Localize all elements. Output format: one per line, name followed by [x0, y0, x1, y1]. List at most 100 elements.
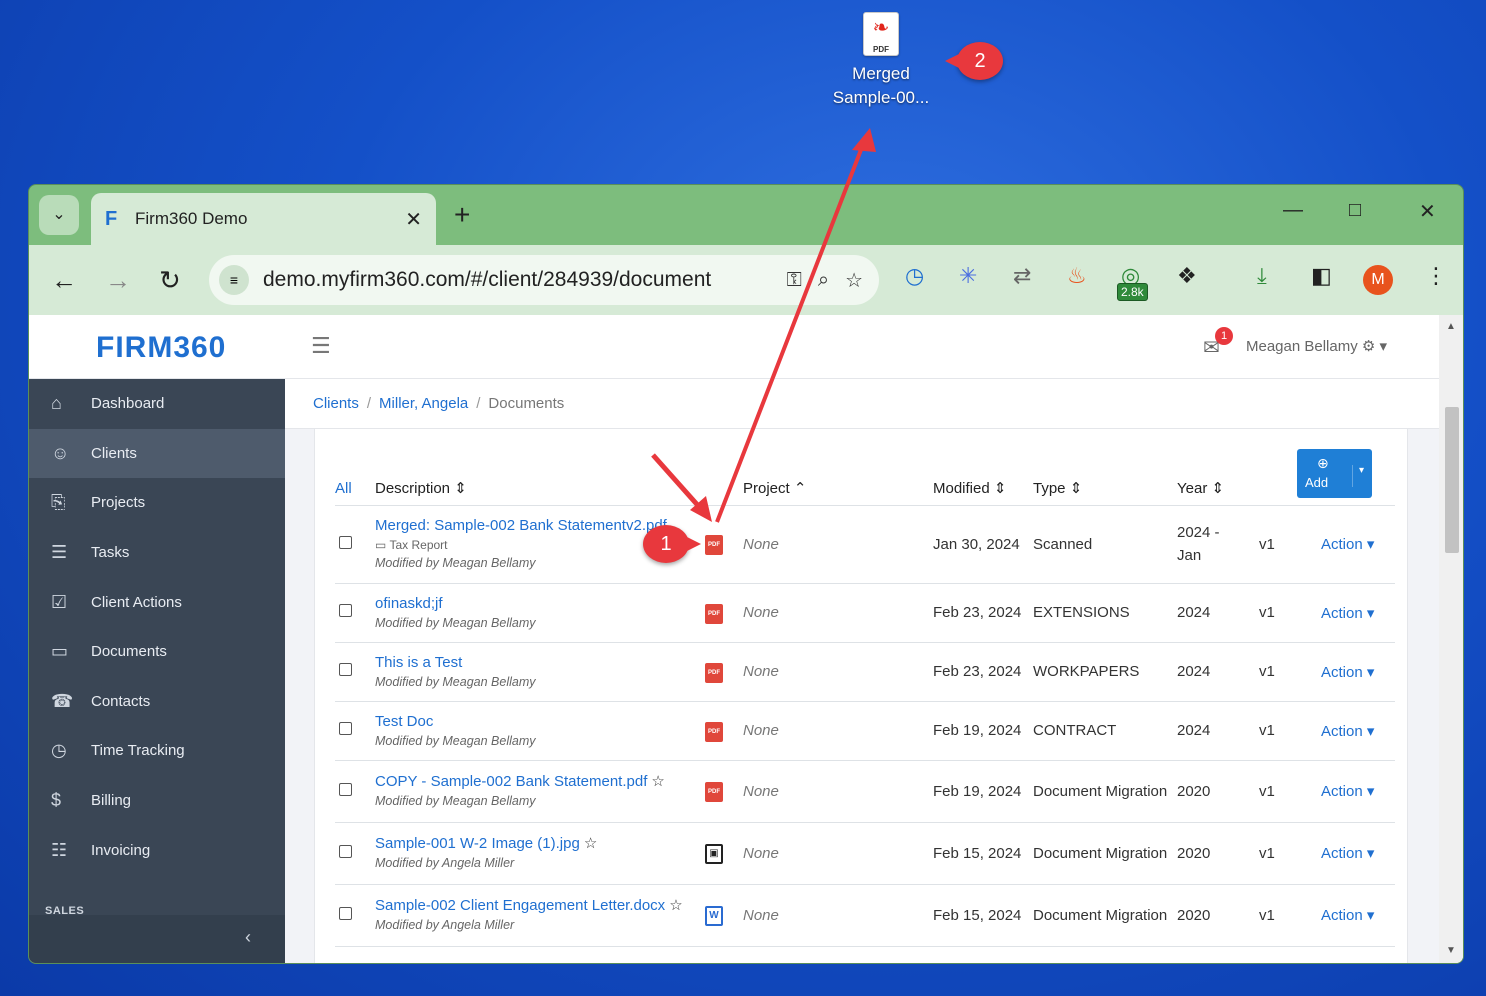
new-tab-button[interactable]: +	[454, 199, 470, 231]
sidebar-item-billing[interactable]: $ Billing	[29, 776, 285, 826]
firm360-favicon-icon: F	[105, 207, 118, 230]
action-dropdown[interactable]: Action ▾	[1321, 884, 1395, 947]
desktop-pdf-icon[interactable]: ❧ PDF Merged Sample-00...	[826, 12, 936, 110]
pdf-file-icon[interactable]: PDF	[705, 782, 723, 802]
extension-sync-icon[interactable]: ⇄	[1013, 263, 1031, 289]
breadcrumb-current: Documents	[488, 395, 565, 412]
sidebar-item-time-tracking[interactable]: ◷ Time Tracking	[29, 726, 285, 776]
sidebar-item-clients[interactable]: ☺ Clients	[29, 428, 285, 479]
document-link[interactable]: Sample-001 W-2 Image (1).jpg ☆	[375, 834, 705, 854]
browser-tab[interactable]: F Firm360 Demo ✕	[91, 193, 436, 245]
firm360-logo[interactable]: FIRM360	[96, 331, 226, 365]
hamburger-menu-icon[interactable]: ☰	[311, 333, 331, 359]
row-checkbox[interactable]	[339, 535, 352, 549]
image-file-icon[interactable]: ▣	[705, 843, 723, 864]
action-dropdown[interactable]: Action ▾	[1321, 505, 1395, 584]
zoom-icon[interactable]: ⌕	[818, 269, 829, 292]
extensions-puzzle-icon[interactable]: ❖	[1177, 263, 1197, 289]
breadcrumb: Clients / Miller, Angela / Documents	[285, 379, 1439, 429]
address-bar[interactable]: ≡ demo.myfirm360.com/#/client/284939/doc…	[209, 255, 879, 305]
sidebar-item-tasks[interactable]: ☰ Tasks	[29, 528, 285, 578]
star-icon[interactable]: ☆	[651, 773, 664, 790]
select-all-link[interactable]: All	[335, 469, 375, 506]
extension-fire-icon[interactable]: ♨	[1067, 263, 1087, 289]
row-checkbox[interactable]	[339, 844, 352, 858]
project-cell: None	[743, 760, 933, 823]
row-checkbox[interactable]	[339, 906, 352, 920]
browser-menu-icon[interactable]: ⋮	[1425, 263, 1447, 289]
back-button[interactable]: ←	[51, 265, 77, 296]
action-dropdown[interactable]: Action ▾	[1321, 760, 1395, 823]
pdf-file-icon[interactable]: PDF	[705, 721, 723, 742]
forward-button[interactable]: →	[105, 265, 131, 296]
downloads-icon[interactable]: ⤓	[1257, 263, 1267, 289]
row-checkbox[interactable]	[339, 604, 352, 617]
pdf-file-icon[interactable]: PDF	[705, 535, 723, 555]
close-window-button[interactable]: ✕	[1419, 199, 1436, 224]
sidebar-item-invoicing[interactable]: ☷ Invoicing	[29, 825, 285, 875]
row-checkbox[interactable]	[339, 782, 352, 796]
pdf-file-icon[interactable]: PDF	[705, 662, 723, 683]
mail-count-badge: 1	[1215, 327, 1233, 345]
url-text[interactable]: demo.myfirm360.com/#/client/284939/docum…	[263, 268, 787, 292]
breadcrumb-client[interactable]: Miller, Angela	[379, 395, 468, 412]
sidebar-item-client-actions[interactable]: ☑ Client Actions	[29, 577, 285, 627]
star-icon[interactable]: ☆	[669, 897, 682, 914]
document-link[interactable]: This is a Test	[375, 653, 705, 673]
chevron-down-icon: ⌄	[52, 206, 66, 223]
sort-year[interactable]: Year ⇕	[1177, 469, 1259, 506]
document-link[interactable]: COPY - Sample-002 Bank Statement.pdf ☆	[375, 772, 705, 792]
pdf-file-icon[interactable]: PDF	[705, 603, 723, 624]
row-checkbox[interactable]	[339, 663, 352, 676]
bookmark-star-icon[interactable]: ☆	[845, 268, 863, 293]
year-cell: 2024 - Jan	[1177, 505, 1259, 584]
page-scrollbar[interactable]: ▲ ▼	[1439, 315, 1463, 963]
extension-asterisk-icon[interactable]: ✳	[959, 263, 977, 289]
year-cell: 2020	[1177, 760, 1259, 823]
version-cell: v1	[1259, 505, 1321, 584]
scroll-thumb[interactable]	[1445, 407, 1459, 553]
document-link[interactable]: Sample-002 Client Engagement Letter.docx…	[375, 896, 705, 916]
sidebar-footer: ‹	[29, 915, 285, 963]
documents-table: All Description ⇕ Project ⌃ Modified ⇕ T…	[335, 469, 1395, 947]
table-row: Sample-001 W-2 Image (1).jpg ☆ Modified by…	[335, 822, 1395, 885]
action-dropdown[interactable]: Action ▾	[1321, 583, 1395, 643]
user-name: Meagan Bellamy	[1246, 338, 1358, 355]
users-icon: ☺	[51, 442, 70, 463]
sidebar-item-projects[interactable]: ⎘ Projects	[29, 478, 285, 528]
minimize-button[interactable]: —	[1283, 199, 1303, 222]
sort-project[interactable]: Project ⌃	[743, 469, 933, 506]
document-link[interactable]: ofinaskd;jf	[375, 594, 705, 614]
side-panel-icon[interactable]: ◧	[1311, 263, 1332, 289]
tab-search-button[interactable]: ⌄	[39, 195, 79, 235]
sort-type[interactable]: Type ⇕	[1033, 469, 1177, 506]
user-menu[interactable]: Meagan Bellamy ⚙ ▾	[1246, 337, 1387, 355]
sort-description[interactable]: Description ⇕	[375, 469, 705, 506]
site-info-icon[interactable]: ≡	[219, 265, 249, 295]
collapse-sidebar-icon[interactable]: ‹	[245, 927, 251, 948]
row-checkbox[interactable]	[339, 722, 352, 735]
sidebar-item-documents[interactable]: ▭ Documents	[29, 627, 285, 677]
extension-clock-icon[interactable]: ◷	[905, 263, 924, 289]
maximize-button[interactable]: □	[1349, 199, 1361, 222]
action-dropdown[interactable]: Action ▾	[1321, 642, 1395, 702]
reload-button[interactable]: ↻	[159, 265, 181, 296]
scroll-up-icon[interactable]: ▲	[1446, 321, 1456, 332]
sidebar-item-contacts[interactable]: ☎ Contacts	[29, 677, 285, 727]
scroll-down-icon[interactable]: ▼	[1446, 945, 1456, 956]
breadcrumb-clients[interactable]: Clients	[313, 395, 359, 412]
year-cell: 2024	[1177, 701, 1259, 761]
word-file-icon[interactable]: W	[705, 905, 723, 926]
sort-modified[interactable]: Modified ⇕	[933, 469, 1033, 506]
document-link[interactable]: Test Doc	[375, 712, 705, 732]
table-row: This is a Test Modified by Meagan Bellamy…	[335, 642, 1395, 702]
type-cell: Document Migration	[1033, 760, 1177, 823]
action-dropdown[interactable]: Action ▾	[1321, 701, 1395, 761]
profile-avatar[interactable]: M	[1363, 265, 1393, 295]
sidebar-item-dashboard[interactable]: ⌂ Dashboard	[29, 379, 285, 429]
password-key-icon[interactable]: ⚿	[787, 269, 802, 292]
close-tab-icon[interactable]: ✕	[405, 207, 422, 232]
action-dropdown[interactable]: Action ▾	[1321, 822, 1395, 885]
version-cell: v1	[1259, 642, 1321, 702]
star-icon[interactable]: ☆	[584, 835, 597, 852]
